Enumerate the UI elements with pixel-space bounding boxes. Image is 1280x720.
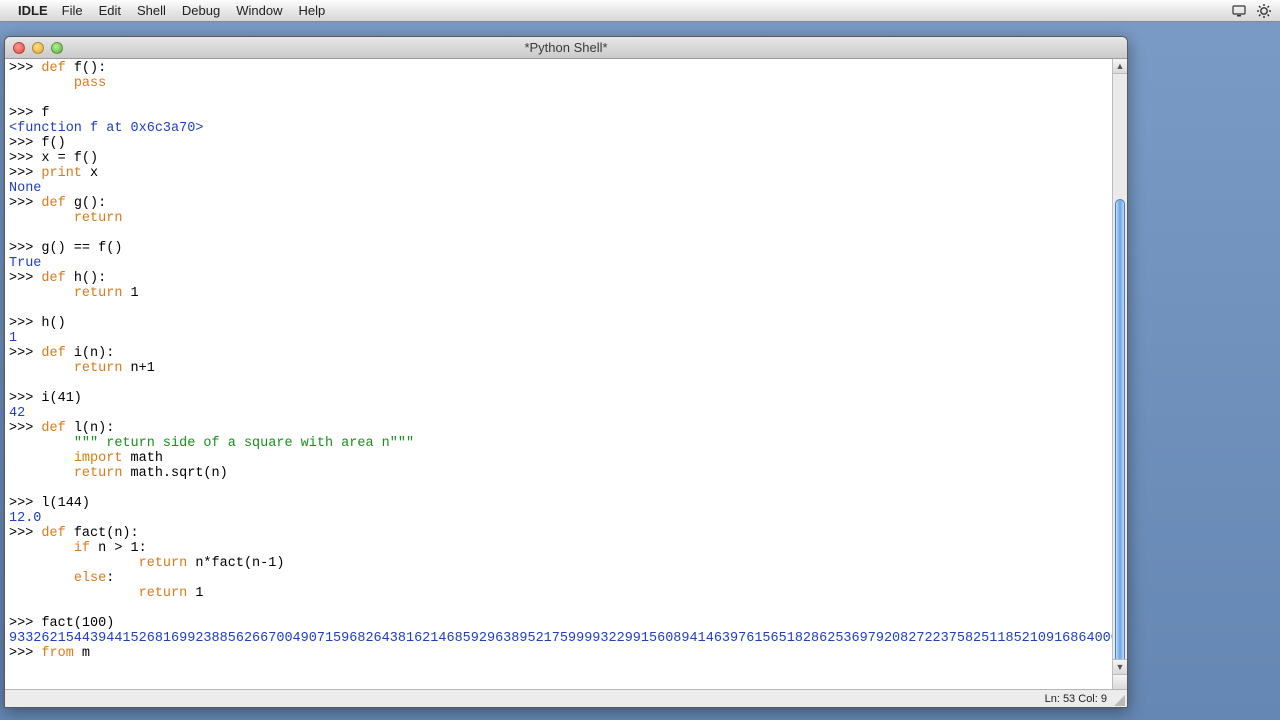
menu-file[interactable]: File — [62, 3, 83, 18]
zoom-button[interactable] — [51, 42, 63, 54]
menu-debug[interactable]: Debug — [182, 3, 220, 18]
gear-icon[interactable] — [1256, 3, 1272, 19]
scroll-thumb[interactable] — [1115, 199, 1125, 669]
status-line: Ln: 53 Col: 9 — [1045, 693, 1107, 705]
scroll-down-arrow[interactable]: ▼ — [1113, 659, 1127, 674]
scroll-corner — [1113, 674, 1127, 689]
app-menu[interactable]: IDLE — [18, 3, 48, 18]
minimize-button[interactable] — [32, 42, 44, 54]
window-titlebar[interactable]: *Python Shell* — [5, 37, 1127, 59]
vertical-scrollbar[interactable]: ▲ ▼ — [1112, 59, 1127, 689]
traffic-lights — [13, 42, 63, 54]
python-shell-window: *Python Shell* >>> def f(): pass >>> f <… — [4, 36, 1128, 708]
scroll-up-arrow[interactable]: ▲ — [1113, 59, 1127, 74]
close-button[interactable] — [13, 42, 25, 54]
shell-text-area[interactable]: >>> def f(): pass >>> f <function f at 0… — [5, 59, 1112, 689]
menu-shell[interactable]: Shell — [137, 3, 166, 18]
statusbar: Ln: 53 Col: 9 — [5, 689, 1127, 707]
display-icon[interactable] — [1232, 3, 1248, 19]
menu-window[interactable]: Window — [236, 3, 282, 18]
menu-edit[interactable]: Edit — [99, 3, 121, 18]
window-title: *Python Shell* — [5, 40, 1127, 55]
mac-menubar: IDLE File Edit Shell Debug Window Help — [0, 0, 1280, 22]
resize-grip[interactable] — [1113, 694, 1125, 706]
menu-help[interactable]: Help — [298, 3, 325, 18]
menubar-tray — [1232, 3, 1272, 19]
